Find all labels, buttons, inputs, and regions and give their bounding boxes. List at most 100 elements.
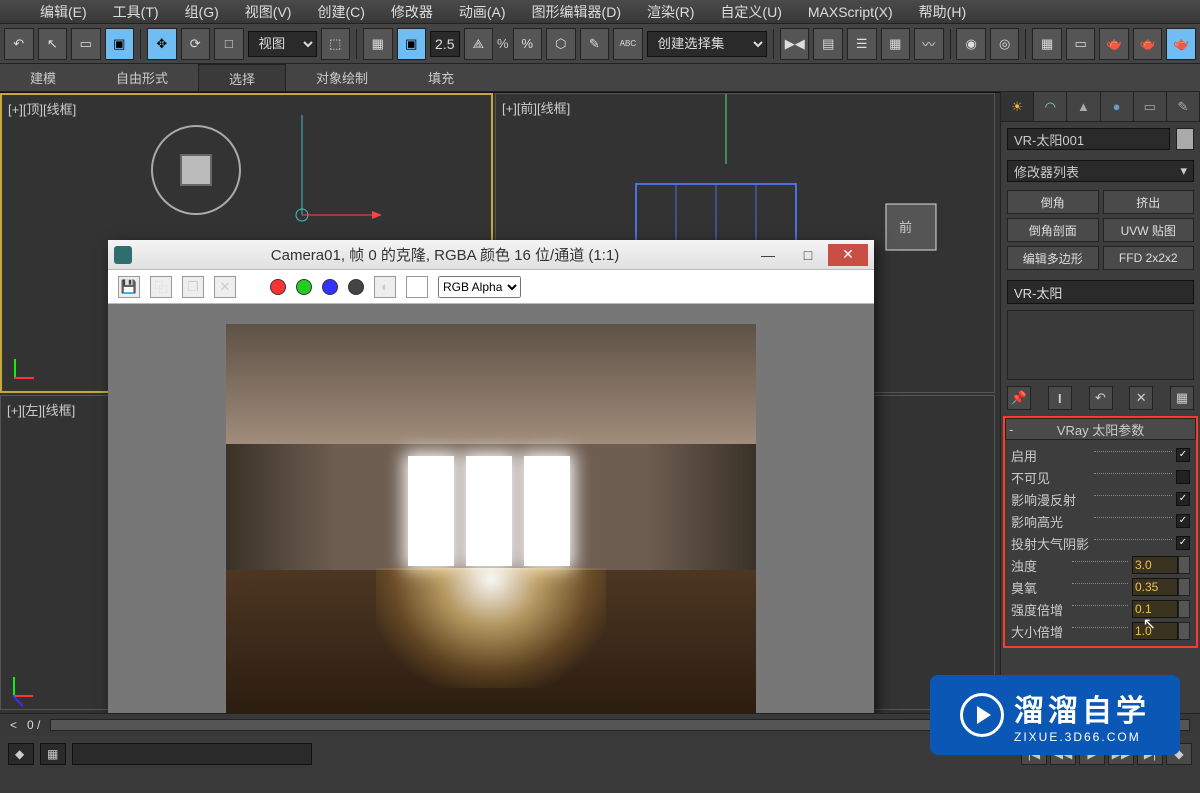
mod-btn-uvwmap[interactable]: UVW 贴图 [1103,218,1195,242]
viewport-left-label[interactable]: [+][左][线框] [7,400,75,419]
spinner-arrows[interactable] [1178,556,1190,574]
modifier-list-select[interactable]: 修改器列表▾ [1007,160,1194,182]
manipulate-button[interactable]: ▦ [363,28,393,60]
modifier-stack-body[interactable] [1007,310,1194,380]
spinner-arrows[interactable] [1178,578,1190,596]
mod-btn-ffd[interactable]: FFD 2x2x2 [1103,246,1195,270]
maximize-button[interactable]: □ [788,244,828,266]
keyfilter-button[interactable]: ▦ [40,743,66,765]
object-name-field[interactable]: VR-太阳001 [1007,128,1170,150]
channel-green-button[interactable] [296,279,312,295]
material-editor-button[interactable]: ◉ [956,28,986,60]
render-frame-button[interactable]: ▭ [1066,28,1096,60]
channel-blue-button[interactable] [322,279,338,295]
mod-btn-bevelprofile[interactable]: 倒角剖面 [1007,218,1099,242]
save-image-button[interactable]: 💾 [118,276,140,298]
snap-toggle-button[interactable]: ▣ [397,28,427,60]
move-button[interactable]: ✥ [147,28,177,60]
tab-modeling[interactable]: 建模 [0,64,86,91]
copy-button[interactable]: ⿻ [150,276,172,298]
menu-render[interactable]: 渲染(R) [647,2,694,22]
frame-indicator[interactable]: 0 / [27,718,40,732]
cmd-tab-modify[interactable] [1034,92,1067,121]
render-frame-window[interactable]: Camera01, 帧 0 的克隆, RGBA 颜色 16 位/通道 (1:1)… [108,240,874,740]
curve-editor-button[interactable]: 〰 [914,28,944,60]
angle-snap-button[interactable]: ⟁ [464,28,494,60]
cmd-tab-utilities[interactable] [1167,92,1200,121]
rollup-header[interactable]: -VRay 太阳参数 [1005,418,1196,440]
tab-fill[interactable]: 填充 [398,64,484,91]
window-titlebar[interactable]: Camera01, 帧 0 的克隆, RGBA 颜色 16 位/通道 (1:1)… [108,240,874,270]
keymode-button[interactable]: ◆ [8,743,34,765]
make-unique-button[interactable] [1089,386,1113,410]
spinner-snap-button[interactable]: ⬡ [546,28,576,60]
minimize-button[interactable]: — [748,244,788,266]
cmd-tab-motion[interactable] [1101,92,1134,121]
cmd-tab-hierarchy[interactable] [1067,92,1100,121]
object-color-swatch[interactable] [1176,128,1194,150]
rotate-button[interactable]: ⟳ [181,28,211,60]
mod-btn-editpoly[interactable]: 编辑多边形 [1007,246,1099,270]
pin-stack-button[interactable] [1007,386,1031,410]
render-setup-button[interactable]: ▦ [1032,28,1062,60]
clone-button[interactable]: ❐ [182,276,204,298]
menu-help[interactable]: 帮助(H) [919,2,966,22]
checkbox-cast-atmos[interactable] [1176,536,1190,550]
render-output-area[interactable] [108,304,874,740]
menu-customize[interactable]: 自定义(U) [720,2,781,22]
checkbox-invisible[interactable] [1176,470,1190,484]
checkbox-affect-specular[interactable] [1176,514,1190,528]
teapot-b-icon[interactable]: 🫖 [1133,28,1163,60]
remove-modifier-button[interactable] [1129,386,1153,410]
channel-select[interactable]: RGB Alpha [438,276,521,298]
select-region-button[interactable]: ▭ [71,28,101,60]
spinner-size[interactable]: 1.0 [1132,622,1178,640]
menu-create[interactable]: 创建(C) [317,2,364,22]
percent-snap-button[interactable]: % [513,28,543,60]
spinner-turbidity[interactable]: 3.0 [1132,556,1178,574]
menu-animation[interactable]: 动画(A) [459,2,506,22]
menu-modifiers[interactable]: 修改器 [391,2,433,22]
edit-named-sel-button[interactable]: ✎ [580,28,610,60]
pivot-button[interactable]: ⬚ [321,28,351,60]
clear-button[interactable]: ✕ [214,276,236,298]
configure-sets-button[interactable] [1170,386,1194,410]
select-window-button[interactable]: ▣ [105,28,135,60]
checkbox-enable[interactable] [1176,448,1190,462]
menu-edit[interactable]: 编辑(E) [40,2,87,22]
close-button[interactable]: ✕ [828,244,868,266]
mod-btn-extrude[interactable]: 挤出 [1103,190,1195,214]
menu-group[interactable]: 组(G) [185,2,219,22]
modifier-stack-item[interactable]: VR-太阳 [1007,280,1194,304]
channel-alpha-button[interactable] [348,279,364,295]
mod-btn-bevel[interactable]: 倒角 [1007,190,1099,214]
cmd-tab-display[interactable] [1134,92,1167,121]
spinner-intensity[interactable]: 0.1 [1132,600,1178,618]
undo-button[interactable]: ↶ [4,28,34,60]
cmd-tab-create[interactable] [1001,92,1034,121]
slate-material-button[interactable]: ◎ [990,28,1020,60]
schematic-button[interactable]: ▦ [881,28,911,60]
menu-view[interactable]: 视图(V) [245,2,292,22]
color-swatch-button[interactable] [406,276,428,298]
menu-tools[interactable]: 工具(T) [113,2,159,22]
checkbox-affect-diffuse[interactable] [1176,492,1190,506]
spinner-arrows[interactable] [1178,600,1190,618]
channel-red-button[interactable] [270,279,286,295]
angle-snap-value[interactable]: 2.5 [430,31,459,57]
tab-selection[interactable]: 选择 [198,64,286,91]
abc-button[interactable]: ABC [613,28,643,60]
ref-coord-select[interactable]: 视图 [248,31,317,57]
tab-freeform[interactable]: 自由形式 [86,64,198,91]
named-selset-select[interactable]: 创建选择集 [647,31,767,57]
mono-button[interactable]: ◐ [374,276,396,298]
scale-button[interactable]: □ [214,28,244,60]
teapot-a-icon[interactable]: 🫖 [1099,28,1129,60]
align-button[interactable]: ▤ [813,28,843,60]
show-endresult-button[interactable] [1048,386,1072,410]
spinner-ozone[interactable]: 0.35 [1132,578,1178,596]
select-arrow-button[interactable]: ↖ [38,28,68,60]
menu-maxscript[interactable]: MAXScript(X) [808,4,893,20]
menu-grapheditors[interactable]: 图形编辑器(D) [532,2,621,22]
mirror-button[interactable]: ▶◀ [780,28,810,60]
